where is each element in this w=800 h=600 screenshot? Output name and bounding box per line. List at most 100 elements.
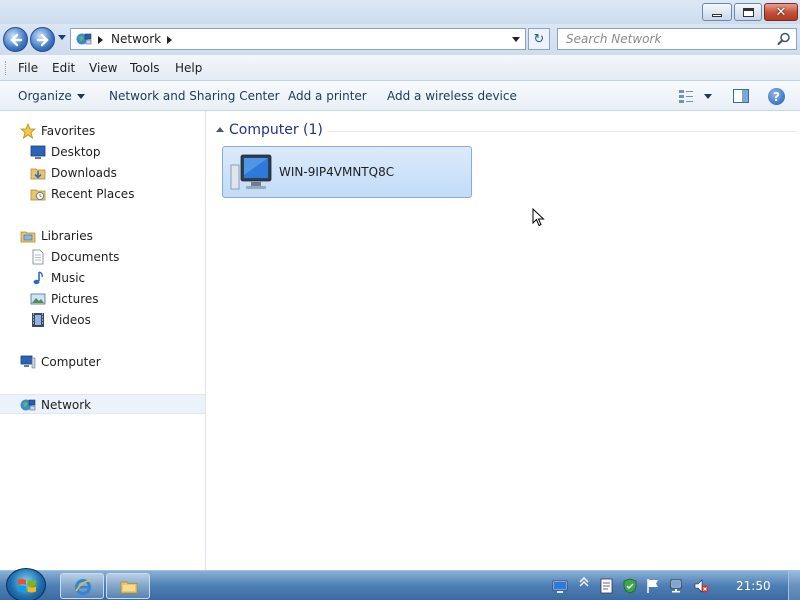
clock[interactable]: 21:50 xyxy=(736,579,771,593)
file-list: Computer (1) WIN-9IP4VMNTQ8C xyxy=(207,111,800,570)
taskbar-windows-explorer[interactable] xyxy=(106,573,150,599)
menu-edit[interactable]: Edit xyxy=(52,61,75,75)
nav-music[interactable]: Music xyxy=(0,268,205,288)
network-icon xyxy=(20,399,36,411)
nav-recent-places[interactable]: Recent Places xyxy=(0,184,205,204)
collapse-group-icon[interactable] xyxy=(216,127,224,132)
nav-desktop[interactable]: Desktop xyxy=(0,142,205,162)
organize-button[interactable]: Organize xyxy=(18,89,85,103)
minimize-icon xyxy=(712,13,722,17)
nav-computer[interactable]: Computer xyxy=(0,352,205,372)
chevron-up-icon[interactable] xyxy=(576,574,592,590)
arrow-left-icon xyxy=(9,33,22,46)
security-shield-icon[interactable] xyxy=(622,578,638,594)
nav-videos-label: Videos xyxy=(51,313,91,327)
back-button[interactable] xyxy=(3,27,28,52)
network-status-icon[interactable] xyxy=(669,578,685,594)
volume-muted-icon[interactable] xyxy=(693,578,709,594)
menu-help[interactable]: Help xyxy=(175,61,202,75)
nav-desktop-label: Desktop xyxy=(51,145,101,159)
navigation-bar: Network ↻ Search Network xyxy=(0,24,800,55)
nav-videos[interactable]: Videos xyxy=(0,310,205,330)
folder-icon xyxy=(120,581,138,594)
menu-file[interactable]: File xyxy=(18,61,38,75)
nav-downloads[interactable]: Downloads xyxy=(0,163,205,183)
search-placeholder: Search Network xyxy=(566,32,662,46)
documents-icon xyxy=(32,249,44,265)
menu-grip xyxy=(5,61,8,75)
navigation-pane: Favorites Desktop Downloads Recent Place… xyxy=(0,111,206,570)
search-icon[interactable] xyxy=(777,32,791,46)
menu-bar: File Edit View Tools Help xyxy=(0,55,800,81)
recent-pages-dropdown[interactable] xyxy=(58,35,66,40)
taskbar-internet-explorer[interactable] xyxy=(60,573,104,599)
close-icon: ✕ xyxy=(775,4,787,20)
nav-pictures[interactable]: Pictures xyxy=(0,289,205,309)
notes-icon[interactable] xyxy=(599,578,615,594)
libraries-icon xyxy=(20,231,36,243)
nav-documents-label: Documents xyxy=(51,250,120,264)
internet-explorer-icon xyxy=(75,579,92,595)
organize-label: Organize xyxy=(18,89,72,103)
group-header[interactable]: Computer (1) xyxy=(215,121,797,141)
nav-music-label: Music xyxy=(51,271,86,285)
nav-favorites[interactable]: Favorites xyxy=(0,121,205,141)
refresh-button[interactable]: ↻ xyxy=(528,28,550,50)
desktop-icon xyxy=(30,145,46,159)
show-desktop-button[interactable] xyxy=(788,571,800,600)
breadcrumb-separator-icon[interactable] xyxy=(167,36,172,44)
change-view-icon[interactable] xyxy=(678,88,694,104)
preview-pane-button[interactable] xyxy=(733,89,749,103)
star-icon xyxy=(20,123,36,139)
computer-tile[interactable]: WIN-9IP4VMNTQ8C xyxy=(222,146,472,198)
computer-name: WIN-9IP4VMNTQ8C xyxy=(279,165,395,179)
chevron-down-icon xyxy=(76,94,85,99)
help-button[interactable]: ? xyxy=(768,88,785,105)
videos-icon xyxy=(32,313,44,327)
more-options-dropdown[interactable] xyxy=(704,94,712,99)
recent-places-icon xyxy=(30,189,46,201)
show-desktop-tray-icon[interactable] xyxy=(552,578,568,594)
nav-computer-label: Computer xyxy=(41,355,101,369)
nav-documents[interactable]: Documents xyxy=(0,247,205,267)
arrow-right-icon xyxy=(36,33,49,46)
mouse-cursor-icon xyxy=(532,208,545,227)
add-wireless-device-button[interactable]: Add a wireless device xyxy=(387,89,517,103)
nav-pictures-label: Pictures xyxy=(51,292,99,306)
network-icon xyxy=(76,33,92,45)
nav-favorites-label: Favorites xyxy=(41,124,96,138)
add-printer-button[interactable]: Add a printer xyxy=(288,89,367,103)
taskbar: 21:50 xyxy=(0,568,800,600)
computer-icon xyxy=(20,355,36,369)
nav-libraries-label: Libraries xyxy=(41,229,93,243)
network-sharing-center-button[interactable]: Network and Sharing Center xyxy=(109,89,280,103)
music-icon xyxy=(33,271,43,285)
menu-view[interactable]: View xyxy=(89,61,117,75)
search-input[interactable]: Search Network xyxy=(557,28,797,50)
computer-icon xyxy=(230,154,272,190)
close-button[interactable]: ✕ xyxy=(764,3,798,21)
breadcrumb-separator-icon[interactable] xyxy=(98,36,103,44)
refresh-icon: ↻ xyxy=(533,31,545,47)
downloads-folder-icon xyxy=(30,168,46,180)
help-icon: ? xyxy=(773,89,780,104)
group-title: Computer (1) xyxy=(229,122,323,138)
windows-logo-icon xyxy=(18,579,36,593)
address-history-dropdown[interactable] xyxy=(512,37,520,42)
maximize-icon xyxy=(742,7,754,17)
pictures-icon xyxy=(30,293,46,305)
nav-downloads-label: Downloads xyxy=(51,166,117,180)
nav-network[interactable]: Network xyxy=(0,394,205,414)
start-button[interactable] xyxy=(6,568,46,600)
forward-button[interactable] xyxy=(30,27,55,52)
address-bar[interactable]: Network xyxy=(70,28,526,50)
breadcrumb-network[interactable]: Network xyxy=(111,32,161,46)
nav-recent-places-label: Recent Places xyxy=(51,187,135,201)
action-center-flag-icon[interactable] xyxy=(645,578,661,594)
nav-network-label: Network xyxy=(41,398,92,412)
minimize-button[interactable] xyxy=(702,3,732,21)
menu-tools[interactable]: Tools xyxy=(130,61,160,75)
nav-libraries[interactable]: Libraries xyxy=(0,226,205,246)
maximize-button[interactable] xyxy=(734,3,762,21)
title-bar: ✕ xyxy=(0,0,800,24)
